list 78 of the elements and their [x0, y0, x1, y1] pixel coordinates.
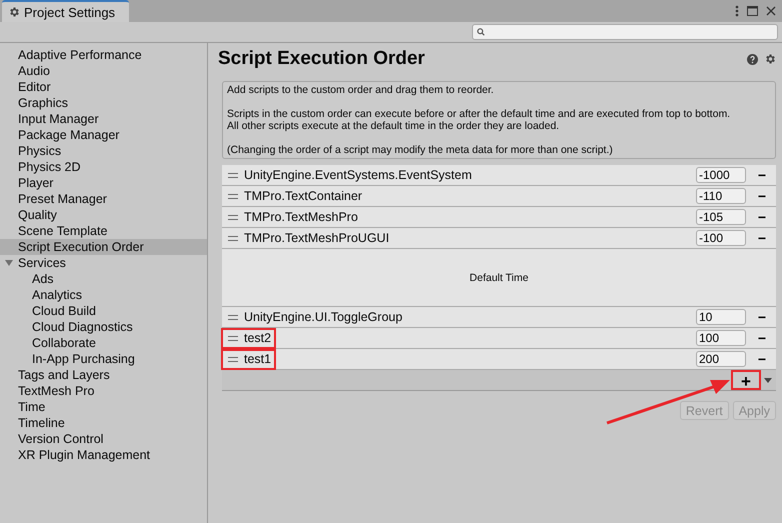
- sidebar-item[interactable]: Cloud Build: [0, 303, 207, 319]
- sidebar-item[interactable]: Package Manager: [0, 127, 207, 143]
- remove-button[interactable]: −: [754, 188, 770, 204]
- script-name: TMPro.TextMeshProUGUI: [244, 231, 390, 245]
- sidebar-item[interactable]: Quality: [0, 207, 207, 223]
- remove-button[interactable]: −: [754, 167, 770, 183]
- script-name: TMPro.TextMeshPro: [244, 210, 358, 224]
- sidebar-item[interactable]: TextMesh Pro: [0, 383, 207, 399]
- sidebar-item[interactable]: Physics 2D: [0, 159, 207, 175]
- script-row[interactable]: TMPro.TextContainer -110 −: [222, 186, 776, 207]
- script-row[interactable]: test1 200 −: [222, 349, 776, 370]
- sidebar-item[interactable]: Scene Template: [0, 223, 207, 239]
- order-field[interactable]: -100: [696, 230, 746, 246]
- sidebar-item[interactable]: Preset Manager: [0, 191, 207, 207]
- expand-arrow-icon[interactable]: [4, 258, 14, 268]
- script-row[interactable]: TMPro.TextMeshPro -105 −: [222, 207, 776, 228]
- window-tab[interactable]: Project Settings: [2, 0, 130, 22]
- order-field[interactable]: -110: [696, 188, 746, 204]
- sidebar-item[interactable]: Cloud Diagnostics: [0, 319, 207, 335]
- info-text: Scripts in the custom order can execute before or after the default time and are executed from top to bottom. All other scripts execute at the default time in the order they are loaded.: [227, 108, 732, 132]
- drag-handle-icon[interactable]: [228, 356, 238, 362]
- page-title: Script Execution Order: [218, 48, 425, 70]
- script-name: test2: [244, 331, 272, 345]
- close-icon[interactable]: [766, 6, 776, 16]
- sidebar-item[interactable]: Physics: [0, 143, 207, 159]
- sidebar-item[interactable]: Version Control: [0, 431, 207, 447]
- info-text: Add scripts to the custom order and drag them to reorder.: [227, 84, 495, 96]
- script-name: TMPro.TextContainer: [244, 189, 362, 203]
- sidebar-item[interactable]: Analytics: [0, 287, 207, 303]
- sidebar-item[interactable]: Ads: [0, 271, 207, 287]
- info-text: (Changing the order of a script may modify the meta data for more than one script.): [227, 144, 614, 156]
- script-row[interactable]: UnityEngine.UI.ToggleGroup 10 −: [222, 307, 776, 328]
- order-field[interactable]: -105: [696, 209, 746, 225]
- remove-button[interactable]: −: [754, 209, 770, 225]
- search-icon: [477, 28, 485, 36]
- search-field[interactable]: [472, 24, 778, 40]
- order-field[interactable]: 10: [696, 309, 746, 325]
- more-menu-icon[interactable]: [735, 5, 739, 17]
- add-button[interactable]: +: [731, 370, 761, 390]
- remove-button[interactable]: −: [754, 330, 770, 346]
- drag-handle-icon[interactable]: [228, 314, 238, 320]
- sidebar-item[interactable]: Services: [0, 255, 207, 271]
- maximize-icon[interactable]: [747, 6, 758, 16]
- script-name: test1: [244, 352, 272, 366]
- gear-icon: [8, 6, 20, 18]
- remove-button[interactable]: −: [754, 309, 770, 325]
- script-row[interactable]: TMPro.TextMeshProUGUI -100 −: [222, 228, 776, 249]
- drag-handle-icon[interactable]: [228, 236, 238, 240]
- help-icon[interactable]: [747, 54, 758, 64]
- drag-handle-icon[interactable]: [228, 172, 238, 178]
- dropdown-caret-icon[interactable]: [764, 378, 772, 382]
- sidebar-item[interactable]: Input Manager: [0, 111, 207, 127]
- sidebar-item[interactable]: In-App Purchasing: [0, 351, 207, 367]
- sidebar-item[interactable]: Graphics: [0, 95, 207, 111]
- sidebar-item[interactable]: Adaptive Performance: [0, 47, 207, 63]
- settings-icon[interactable]: [764, 53, 776, 65]
- drag-handle-icon[interactable]: [228, 214, 238, 220]
- drag-handle-icon[interactable]: [228, 336, 238, 340]
- sidebar-item[interactable]: Script Execution Order: [0, 239, 207, 255]
- sidebar-item[interactable]: Timeline: [0, 415, 207, 431]
- sidebar-item[interactable]: XR Plugin Management: [0, 447, 207, 463]
- remove-button[interactable]: −: [754, 351, 770, 367]
- order-field[interactable]: -1000: [696, 167, 746, 183]
- script-name: UnityEngine.UI.ToggleGroup: [244, 310, 402, 324]
- script-row[interactable]: test2 100 −: [222, 328, 776, 349]
- sidebar-item[interactable]: Editor: [0, 79, 207, 95]
- remove-button[interactable]: −: [754, 230, 770, 246]
- sidebar-item[interactable]: Player: [0, 175, 207, 191]
- script-name: UnityEngine.EventSystems.EventSystem: [244, 168, 472, 182]
- sidebar-item[interactable]: Audio: [0, 63, 207, 79]
- default-time-row: Default Time: [222, 249, 776, 307]
- script-row[interactable]: UnityEngine.EventSystems.EventSystem -1000 −: [222, 165, 776, 186]
- order-field[interactable]: 100: [696, 330, 746, 346]
- order-field[interactable]: 200: [696, 351, 746, 367]
- drag-handle-icon[interactable]: [228, 194, 238, 198]
- sidebar-item[interactable]: Time: [0, 399, 207, 415]
- sidebar-item[interactable]: Collaborate: [0, 335, 207, 351]
- sidebar-item[interactable]: Tags and Layers: [0, 367, 207, 383]
